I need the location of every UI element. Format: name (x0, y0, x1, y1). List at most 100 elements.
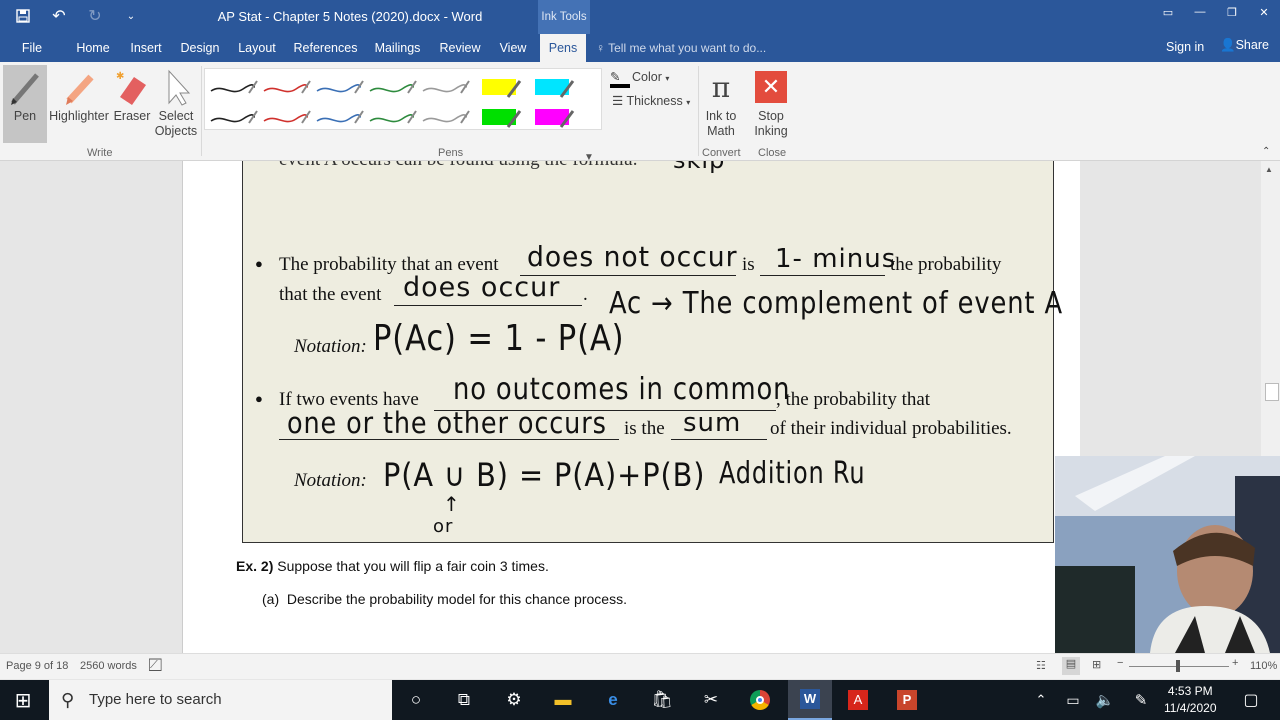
pen-swatch[interactable] (263, 80, 311, 94)
pen-swatch[interactable] (316, 80, 364, 94)
taskbar-search-box[interactable]: ⚲ Type here to search (49, 680, 392, 720)
tab-layout[interactable]: Layout (234, 34, 280, 62)
pen-swatch[interactable] (263, 110, 311, 124)
scroll-thumb[interactable] (1265, 383, 1279, 401)
volume-icon[interactable]: 🔈 (1090, 686, 1120, 714)
part-text: Describe the probability model for this … (286, 591, 627, 607)
tab-mailings[interactable]: Mailings (371, 34, 424, 62)
pen-swatch[interactable] (316, 110, 364, 124)
b1-period: . (583, 284, 588, 305)
highlighter-icon (48, 65, 110, 109)
color-button[interactable]: ✎ Color ▾ (610, 69, 669, 88)
tell-me-box[interactable]: ♀ Tell me what you want to do... (596, 34, 766, 62)
ribbon-display-options-icon[interactable]: ▭ (1152, 0, 1184, 24)
snipping-tool-icon[interactable]: ✂ (696, 686, 726, 714)
network-icon[interactable]: ▭ (1058, 686, 1088, 714)
b1-notation-label: Notation: (294, 336, 367, 357)
powerpoint-icon[interactable]: P (892, 686, 922, 714)
vertical-scrollbar[interactable]: ▲ (1261, 161, 1280, 456)
pens-group-label: Pens (438, 147, 464, 159)
word-count[interactable]: 2560 words (80, 660, 137, 672)
pen-swatch[interactable] (210, 110, 258, 124)
file-explorer-icon[interactable]: ▬ (548, 686, 578, 714)
bullet-dot: ● (255, 391, 263, 406)
print-layout-icon[interactable]: ▤ (1062, 657, 1080, 675)
thickness-button[interactable]: ☰ Thickness ▾ (612, 93, 690, 108)
pen-color-icon: ✎ (610, 69, 630, 88)
tab-insert[interactable]: Insert (124, 34, 168, 62)
pen-swatch[interactable] (369, 80, 417, 94)
blank-line (671, 439, 767, 440)
example-text: Suppose that you will flip a fair coin 3… (277, 558, 549, 574)
dropdown-arrow-icon: ▾ (665, 74, 670, 83)
pen-swatch[interactable] (422, 110, 470, 124)
pen-swatch[interactable] (482, 79, 522, 98)
svg-text:✱: ✱ (116, 71, 124, 82)
tab-file[interactable]: File (14, 34, 50, 62)
ink-to-math-button[interactable]: π Ink to Math (700, 65, 742, 143)
pen-swatch[interactable] (535, 109, 575, 128)
zoom-out-button[interactable]: − (1117, 657, 1123, 669)
pen-button[interactable]: Pen (3, 65, 47, 143)
store-icon[interactable]: 🛍 (647, 686, 677, 714)
b2-text-2: , the probability that (776, 389, 931, 410)
zoom-level[interactable]: 110% (1250, 660, 1277, 672)
close-button[interactable]: ✕ (1248, 0, 1280, 24)
app-icon[interactable]: ⚙ (499, 686, 529, 714)
highlighter-button[interactable]: Highlighter (48, 65, 110, 143)
minimize-button[interactable]: — (1184, 0, 1216, 24)
pen-swatch[interactable] (422, 80, 470, 94)
focus-mode-icon[interactable]: ☷ (1036, 659, 1046, 672)
ink-one-or-the-other-occurs: one or the other occurs (287, 406, 607, 440)
title-bar: ↶ ↻ ⌄ AP Stat - Chapter 5 Notes (2020).d… (0, 0, 1280, 34)
pen-swatch[interactable] (369, 110, 417, 124)
share-button[interactable]: 👤Share (1220, 38, 1269, 53)
stop-inking-button[interactable]: ✕ Stop Inking (748, 65, 794, 143)
web-layout-icon[interactable]: ⊞ (1092, 658, 1101, 671)
tab-references[interactable]: References (292, 34, 359, 62)
tab-design[interactable]: Design (178, 34, 222, 62)
pen-workspace-icon[interactable]: ✎ (1126, 686, 1156, 714)
zoom-slider-thumb[interactable] (1176, 660, 1180, 672)
pen-swatch[interactable] (482, 109, 522, 128)
close-x-icon: ✕ (748, 65, 794, 109)
tab-pens[interactable]: Pens (540, 34, 586, 62)
sign-in-link[interactable]: Sign in (1166, 40, 1204, 54)
ink-tools-context-label: Ink Tools (538, 0, 590, 34)
right-margin-area (1080, 161, 1261, 456)
ribbon-tab-bar: File Home Insert Design Layout Reference… (0, 34, 1280, 62)
pen-swatch[interactable] (535, 79, 575, 98)
b2-text-4: of their individual probabilities. (770, 418, 1012, 439)
windows-start-icon[interactable]: ⊞ (8, 686, 38, 714)
show-hidden-icons-icon[interactable]: ⌃ (1026, 686, 1056, 714)
word-taskbar-icon[interactable]: W (788, 680, 832, 720)
taskbar-clock[interactable]: 4:53 PM 11/4/2020 (1164, 683, 1217, 717)
page-count[interactable]: Page 9 of 18 (6, 660, 68, 672)
acrobat-icon[interactable]: A (843, 686, 873, 714)
task-view-icon[interactable]: ⧉ (449, 686, 479, 714)
eraser-button[interactable]: ✱ Eraser (112, 65, 152, 143)
proofing-icon[interactable]: ⟋⃞ (150, 659, 158, 672)
tab-review[interactable]: Review (436, 34, 484, 62)
notes-box: event A occurs can be found using the fo… (242, 161, 1062, 543)
highlighter-label: Highlighter (49, 109, 109, 123)
action-center-icon[interactable]: ▢ (1236, 686, 1266, 714)
tab-home[interactable]: Home (71, 34, 115, 62)
share-label: Share (1235, 38, 1269, 52)
scroll-up-icon[interactable]: ▲ (1265, 165, 1273, 174)
person-icon: 👤 (1220, 38, 1236, 52)
bullet-dot: ● (255, 256, 263, 271)
zoom-in-button[interactable]: + (1232, 657, 1238, 669)
eraser-icon: ✱ (112, 65, 152, 109)
maximize-button[interactable]: ❐ (1216, 0, 1248, 24)
cortana-icon[interactable]: ○ (401, 686, 431, 714)
pen-swatch[interactable] (210, 80, 258, 94)
webcam-video-frame (1055, 456, 1280, 653)
edge-icon[interactable]: e (598, 686, 628, 714)
chrome-icon[interactable] (745, 686, 775, 714)
ink-addition-formula: P(A ∪ B) = P(A)+P(B) (383, 456, 706, 494)
tab-view[interactable]: View (494, 34, 532, 62)
b1-text-4: that the event (279, 284, 382, 305)
collapse-ribbon-icon[interactable]: ⌃ (1262, 146, 1270, 157)
select-objects-button[interactable]: Select Objects (154, 65, 198, 143)
